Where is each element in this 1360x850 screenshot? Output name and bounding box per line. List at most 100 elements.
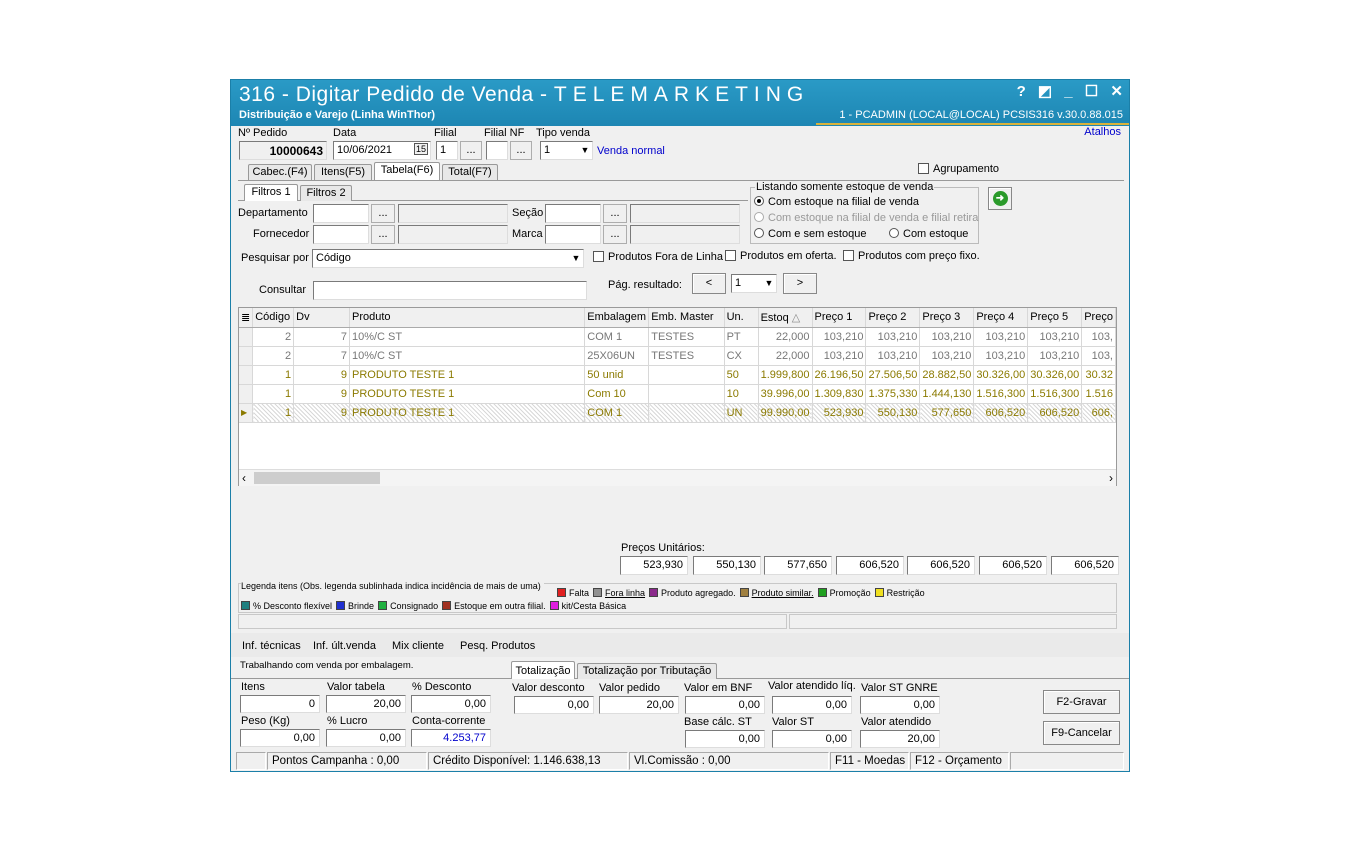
tab-filtros2[interactable]: Filtros 2: [300, 185, 352, 201]
table-row[interactable]: 1 9 PRODUTO TESTE 1 Com 10 10 39.996,00 1.309,…: [239, 384, 1116, 404]
minimize-icon[interactable]: _: [1064, 83, 1072, 100]
radio[interactable]: [889, 228, 899, 238]
grid-menu-icon[interactable]: ≣: [239, 308, 254, 328]
fornecedor-search-button[interactable]: ...: [371, 225, 395, 244]
marca-field[interactable]: [545, 225, 601, 244]
legend-swatch: [442, 601, 452, 610]
filialnf-search-button[interactable]: ...: [510, 141, 532, 160]
checkbox-box[interactable]: [725, 250, 736, 261]
tab-itens[interactable]: Itens(F5): [314, 164, 372, 180]
valor-tabela-label: Valor tabela: [327, 681, 385, 693]
filialnf-field[interactable]: [486, 141, 508, 160]
page-select[interactable]: 1 ▼: [731, 274, 777, 293]
table-row[interactable]: 2 7 10%/C ST 25X06UN TESTES CX 22,000 103,210 10…: [239, 346, 1116, 366]
row-indicator[interactable]: [239, 365, 254, 385]
secao-search-button[interactable]: ...: [603, 204, 627, 223]
table-row[interactable]: 1 9 PRODUTO TESTE 1 50 unid 50 1.999,800 26.19…: [239, 365, 1116, 385]
next-page-button[interactable]: >: [783, 273, 817, 294]
data-field[interactable]: 10/06/2021 15: [333, 141, 431, 160]
col-preco2[interactable]: Preço 2: [865, 308, 921, 328]
radio[interactable]: [754, 228, 764, 238]
agrupamento-checkbox[interactable]: Agrupamento: [918, 163, 999, 175]
table-row[interactable]: 2 7 10%/C ST COM 1 TESTES PT 22,000 103,210 103,…: [239, 327, 1116, 347]
estoque-opt4[interactable]: Com estoque: [889, 228, 968, 240]
col-preco3[interactable]: Preço 3: [919, 308, 975, 328]
col-preco5[interactable]: Preço 5: [1027, 308, 1083, 328]
status-orcamento[interactable]: F12 - Orçamento: [910, 752, 1009, 770]
marca-desc: [630, 225, 740, 244]
status-moedas[interactable]: F11 - Moedas: [830, 752, 909, 770]
horizontal-scrollbar[interactable]: ‹ ›: [239, 469, 1116, 486]
tab-tabela[interactable]: Tabela(F6): [374, 162, 440, 180]
maximize-icon[interactable]: ☐: [1085, 82, 1098, 100]
filial-field[interactable]: 1: [436, 141, 458, 160]
fornecedor-field[interactable]: [313, 225, 369, 244]
products-grid[interactable]: ≣ Código Dv Produto Embalagem Emb. Maste…: [238, 307, 1117, 486]
checkbox-box[interactable]: [843, 250, 854, 261]
marca-search-button[interactable]: ...: [603, 225, 627, 244]
col-embalagem[interactable]: Embalagem: [584, 308, 650, 328]
col-preco4[interactable]: Preço 4: [973, 308, 1029, 328]
prev-page-button[interactable]: <: [692, 273, 726, 294]
table-cell: 1.444,130: [919, 384, 975, 404]
filial-search-button[interactable]: ...: [460, 141, 482, 160]
table-cell: 606,520: [1027, 403, 1083, 423]
col-estoque[interactable]: Estoq △: [758, 308, 813, 328]
link-pesq-produtos[interactable]: Pesq. Produtos: [460, 640, 535, 652]
apply-filter-button[interactable]: ➜: [988, 187, 1012, 210]
em-oferta-checkbox[interactable]: Produtos em oferta.: [725, 250, 837, 262]
estoque-opt3[interactable]: Com e sem estoque: [754, 228, 866, 240]
tab-totalizacao-tributacao[interactable]: Totalização por Tributação: [577, 663, 717, 679]
col-un[interactable]: Un.: [724, 308, 759, 328]
legend-label: Produto agregado.: [661, 588, 736, 598]
checkbox-box[interactable]: [918, 163, 929, 174]
gravar-button[interactable]: F2-Gravar: [1043, 690, 1120, 714]
col-codigo[interactable]: Código: [252, 308, 295, 328]
tab-cabec[interactable]: Cabec.(F4): [248, 164, 312, 180]
col-preco6[interactable]: Preço: [1081, 308, 1116, 328]
tab-total[interactable]: Total(F7): [442, 164, 498, 180]
row-indicator[interactable]: [239, 346, 254, 366]
col-produto[interactable]: Produto: [349, 308, 586, 328]
scroll-left-icon[interactable]: ‹: [242, 471, 246, 485]
pesquisar-select[interactable]: Código ▼: [312, 249, 584, 268]
legend-label: Fora linha: [605, 588, 646, 598]
help-icon[interactable]: ?: [1017, 83, 1026, 100]
row-pointer-icon[interactable]: ▶: [239, 403, 254, 423]
col-emb-master[interactable]: Emb. Master: [648, 308, 725, 328]
link-mix-cliente[interactable]: Mix cliente: [392, 640, 444, 652]
departamento-field[interactable]: [313, 204, 369, 223]
desconto-value[interactable]: 0,00: [411, 695, 491, 713]
link-inf-tecnicas[interactable]: Inf. técnicas: [242, 640, 301, 652]
atalhos-link[interactable]: Atalhos: [1084, 126, 1121, 138]
secao-field[interactable]: [545, 204, 601, 223]
preco-fixo-checkbox[interactable]: Produtos com preço fixo.: [843, 250, 980, 262]
tipovenda-select[interactable]: 1 ▼: [540, 141, 593, 160]
table-cell: 1.375,330: [865, 384, 921, 404]
fora-linha-checkbox[interactable]: Produtos Fora de Linha: [593, 251, 723, 263]
tab-totalizacao[interactable]: Totalização: [511, 661, 575, 679]
col-dv[interactable]: Dv: [293, 308, 350, 328]
col-preco1[interactable]: Preço 1: [812, 308, 867, 328]
calendar-icon[interactable]: 15: [413, 143, 428, 155]
table-cell: 1.516: [1081, 384, 1116, 404]
estoque-opt1[interactable]: Com estoque na filial de venda: [754, 196, 919, 208]
table-row[interactable]: ▶ 1 9 PRODUTO TESTE 1 COM 1 UN 99.990,00 523,93…: [239, 403, 1116, 423]
link-inf-ult-venda[interactable]: Inf. últ.venda: [313, 640, 376, 652]
radio-selected[interactable]: [754, 196, 764, 206]
edit-icon[interactable]: ◩: [1038, 82, 1052, 100]
consultar-input[interactable]: [313, 281, 587, 300]
row-indicator[interactable]: [239, 384, 254, 404]
preco-unitario-value: 550,130: [693, 556, 761, 575]
close-icon[interactable]: ✕: [1110, 82, 1123, 100]
table-cell: PRODUTO TESTE 1: [349, 403, 586, 423]
cancelar-button[interactable]: F9-Cancelar: [1043, 721, 1120, 745]
scroll-right-icon[interactable]: ›: [1109, 471, 1113, 485]
checkbox-box[interactable]: [593, 251, 604, 262]
tab-filtros1[interactable]: Filtros 1: [244, 184, 298, 201]
departamento-search-button[interactable]: ...: [371, 204, 395, 223]
scroll-thumb[interactable]: [254, 472, 380, 484]
consultar-label: Consultar: [259, 284, 307, 296]
cc-label: Conta-corrente: [412, 715, 486, 727]
row-indicator[interactable]: [239, 327, 254, 347]
